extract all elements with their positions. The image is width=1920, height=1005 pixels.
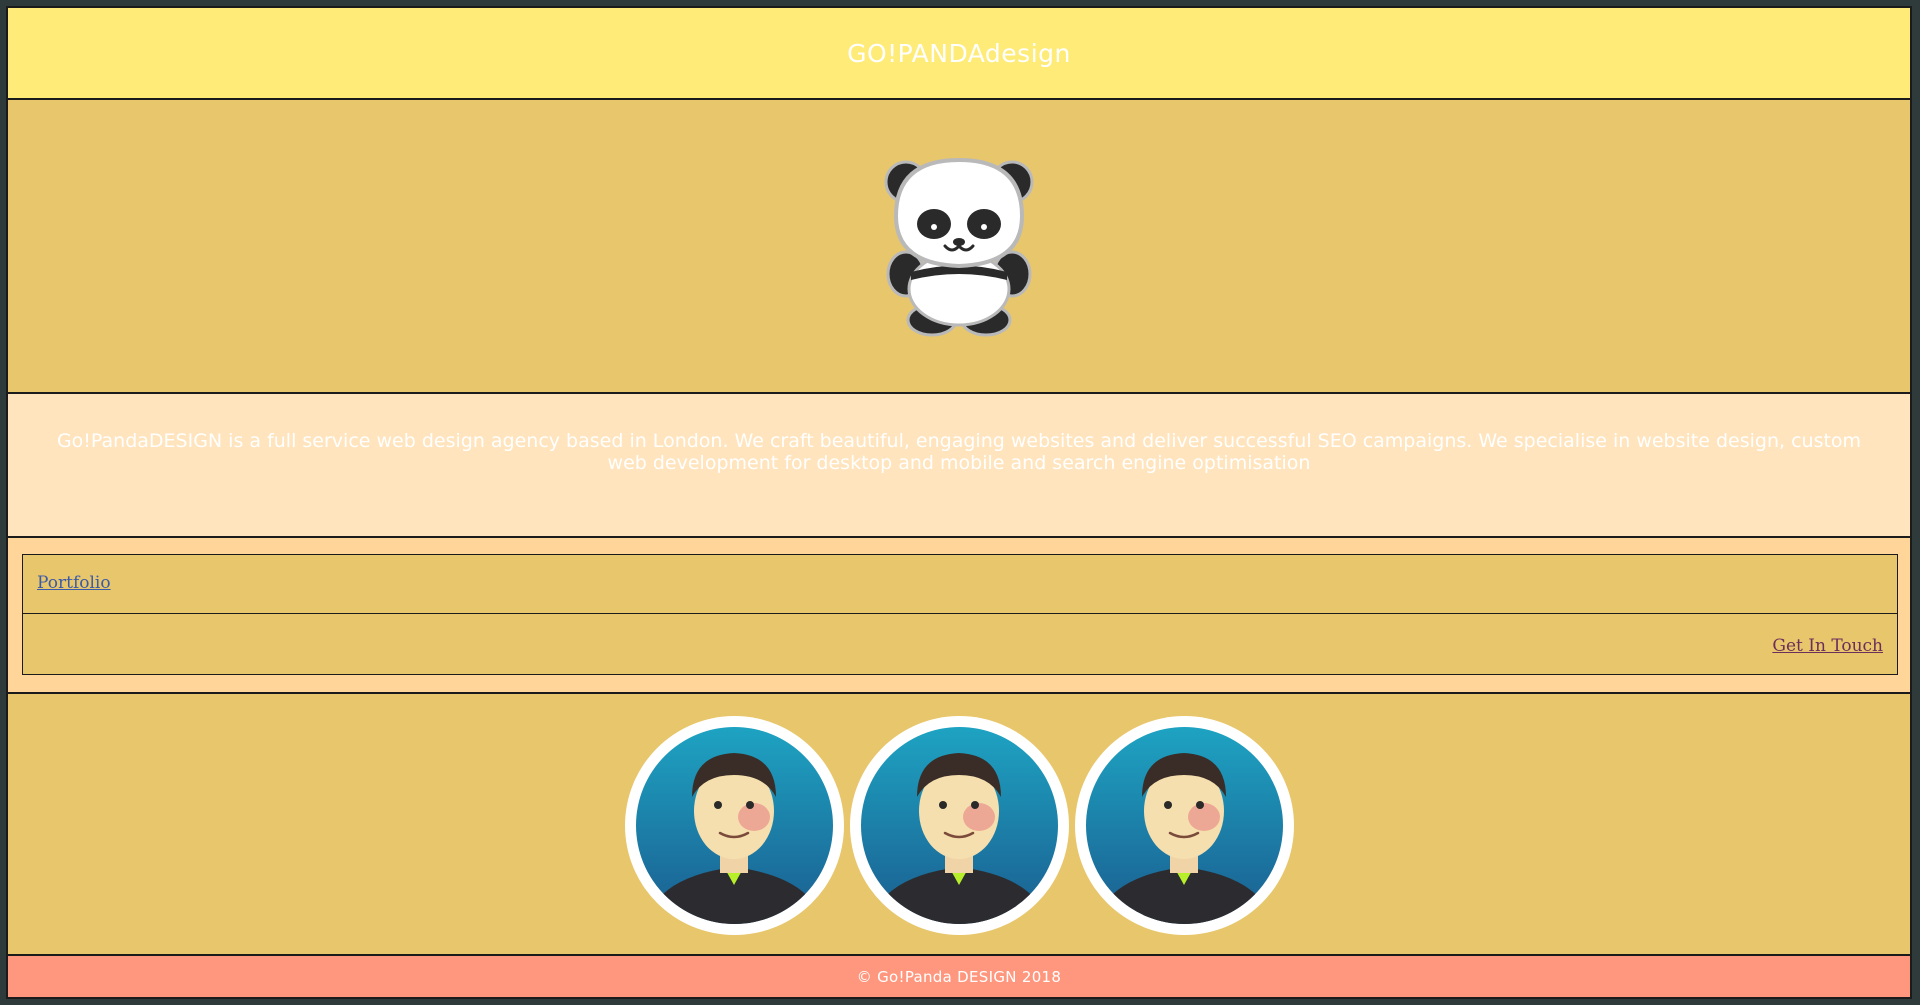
team-section	[8, 694, 1910, 956]
site-footer: © Go!Panda DESIGN 2018	[8, 956, 1910, 997]
site-header: GO!PANDAdesign	[8, 8, 1910, 100]
team-avatar[interactable]	[1074, 716, 1294, 935]
portfolio-box: Portfolio	[22, 554, 1898, 615]
page: GO!PANDAdesign Go!PandaDESIGN is a full …	[6, 6, 1912, 999]
links-section: Portfolio Get In Touch	[8, 538, 1910, 694]
copyright-text: © Go!Panda DESIGN 2018	[856, 967, 1062, 986]
contact-box: Get In Touch	[22, 613, 1898, 675]
avatar-icon	[1085, 727, 1283, 924]
intro-section: Go!PandaDESIGN is a full service web des…	[8, 394, 1910, 538]
team-avatar[interactable]	[849, 716, 1069, 935]
avatar-icon	[860, 727, 1058, 924]
intro-text: Go!PandaDESIGN is a full service web des…	[56, 430, 1862, 474]
team-avatar[interactable]	[624, 716, 844, 935]
get-in-touch-link[interactable]: Get In Touch	[1772, 636, 1883, 656]
avatar-icon	[635, 727, 833, 924]
hero-section	[8, 100, 1910, 394]
site-title: GO!PANDAdesign	[847, 38, 1071, 68]
panda-icon	[884, 157, 1034, 337]
portfolio-link[interactable]: Portfolio	[37, 573, 111, 593]
